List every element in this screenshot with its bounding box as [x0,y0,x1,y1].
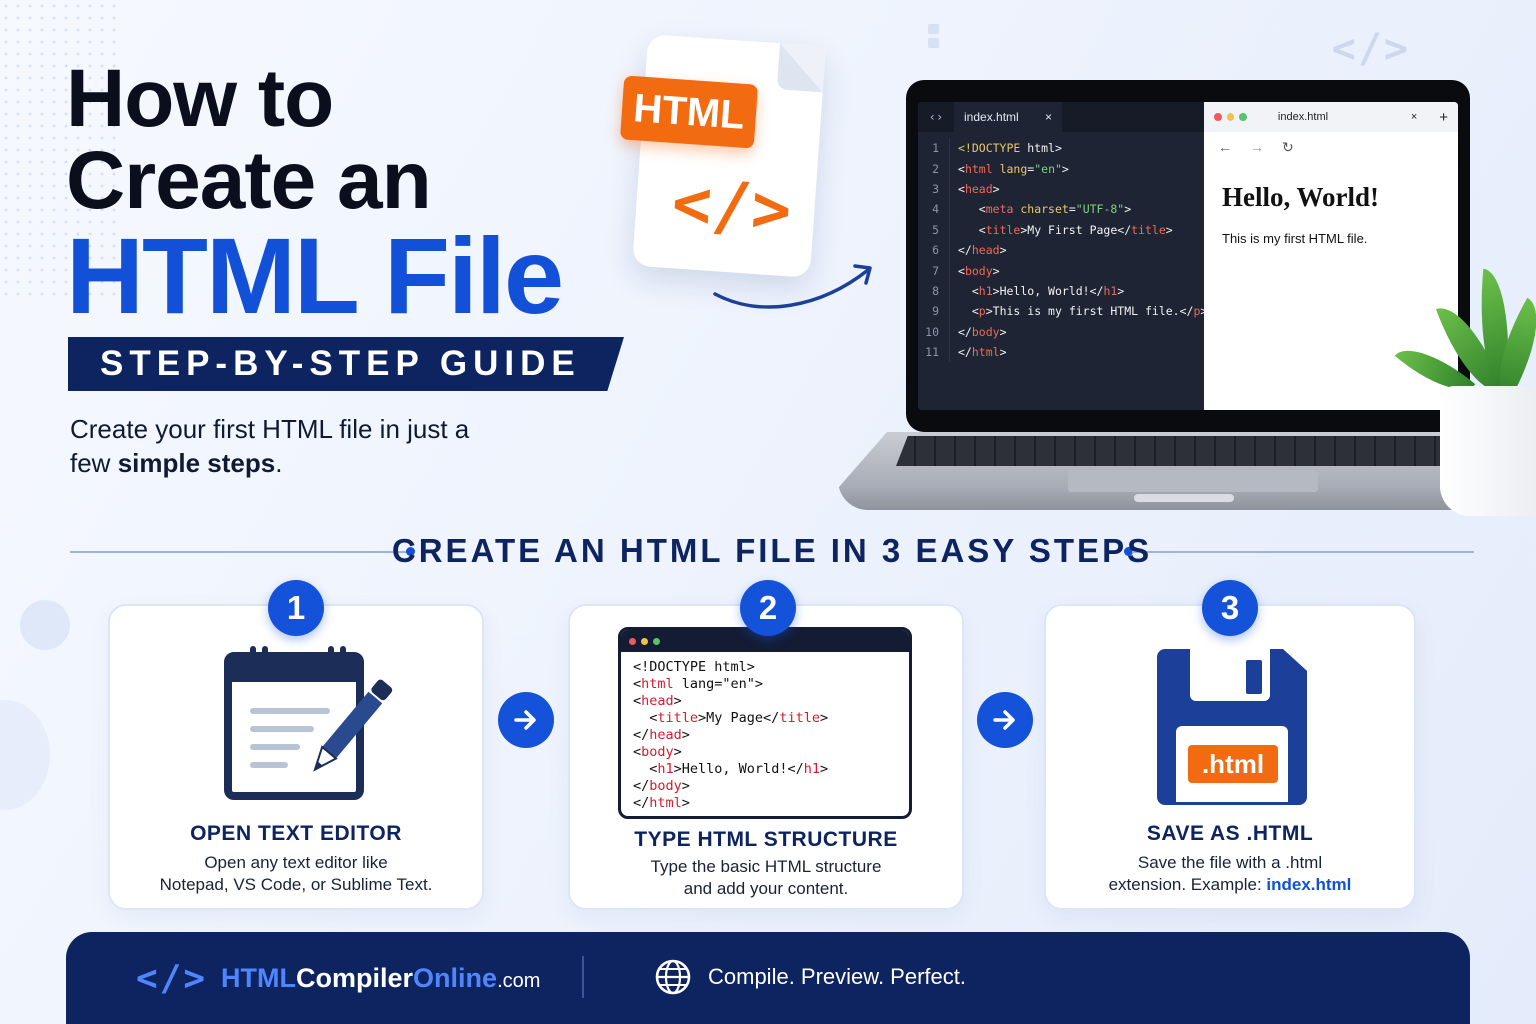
step-desc-line: and add your content. [683,879,849,898]
code-line: </head> [958,243,1007,258]
line-number: 5 [918,219,950,240]
editor-tab-label: index.html [964,110,1019,124]
code-line: <html lang="en"> [958,161,1069,176]
step-number-badge: 2 [740,580,796,636]
code-line: <title>My First Page</title> [978,222,1173,237]
hero-subtitle-bold: simple steps [117,448,276,478]
bubble-decoration [0,700,50,810]
brand-part: HTML [221,963,297,993]
step-desc-line: Notepad, VS Code, or Sublime Text. [159,875,433,894]
line-number: 1 [918,138,950,159]
tagline-text: Compile. Preview. Perfect. [708,964,966,989]
close-icon[interactable]: × [1045,110,1052,124]
line-number: 6 [918,239,950,261]
code-line: <head> [958,181,1000,196]
step-number-badge: 3 [1202,580,1258,636]
code-line: <meta charset="UTF-8"> [978,202,1132,217]
window-maximize-dot[interactable] [1239,113,1247,121]
code-line: </html> [958,345,1007,360]
laptop-notch [1134,494,1234,502]
reload-icon[interactable]: ↻ [1282,139,1294,156]
editor-tab[interactable]: index.html × [954,102,1062,132]
footer-bar: </> HTMLCompilerOnline.com Compile. Prev… [66,932,1470,1024]
footer-divider [582,956,584,998]
file-code-glyph: </> [669,163,794,250]
steps-heading: CREATE AN HTML FILE IN 3 EASY STEPS [391,532,1153,569]
hero-subtitle: Create your first HTML file in just a fe… [70,412,490,480]
code-area[interactable]: 1 <!DOCTYPE html> 2 <html lang="en"> 3 <hea… [918,138,1208,363]
step-description: Save the file with a .html extension. Ex… [1046,852,1414,896]
line-number: 2 [918,158,950,179]
step-desc-line: Type the basic HTML structure [650,857,882,876]
step-desc-line: Open any text editor like [204,853,388,872]
brand-logo[interactable]: </> HTMLCompilerOnline.com [136,958,540,999]
mini-code: <!DOCTYPE html> <html lang="en"> <head> … [633,659,829,811]
brand-part: Compiler [296,963,414,993]
line-number: 11 [918,341,950,363]
step-description: Type the basic HTML structure and add yo… [570,856,962,900]
guide-banner: STEP-BY-STEP GUIDE [68,337,624,391]
preview-heading: Hello, World! [1222,182,1380,212]
code-line: <h1>Hello, World!</h1> [971,283,1125,298]
square-decoration [928,24,940,50]
floppy-slot [1246,660,1262,694]
code-line: <!DOCTYPE html> [958,141,1062,156]
forward-icon[interactable]: → [1250,139,1264,155]
code-line: <p>This is my first HTML file.</p> [971,304,1207,319]
steps-heading-row: CREATE AN HTML FILE IN 3 EASY STEPS [70,530,1474,574]
title-line-3: HTML File [66,215,564,336]
footer-tagline: Compile. Preview. Perfect. [654,958,966,996]
brand-name: HTMLCompilerOnline.com [221,963,540,994]
arrow-right-icon [498,692,554,748]
code-editor: ‹› index.html × 1 <!DOCTYPE html> 2 <html … [918,102,1208,410]
preview-paragraph: This is my first HTML file. [1222,231,1368,246]
step-desc-line: extension. Example: index.html [1046,874,1414,896]
step-title: OPEN TEXT EDITOR [190,822,402,845]
window-close-dot[interactable] [1214,113,1222,121]
brand-part: Online [413,963,498,993]
step-desc-text: extension. Example: [1108,875,1267,894]
code-brackets-icon: </> [136,958,208,999]
line-number: 3 [918,178,950,200]
step-number-badge: 1 [268,580,324,636]
step-description: Open any text editor like Notepad, VS Co… [110,852,482,896]
laptop-keyboard [896,436,1482,466]
line-number: 7 [918,260,950,281]
close-icon[interactable]: × [1411,111,1417,123]
code-brackets-icon: ‹› [928,110,944,124]
new-tab-icon[interactable]: + [1439,109,1448,126]
globe-icon [655,959,691,995]
title-line-2: Create an [66,135,432,226]
code-line: </body> [958,324,1007,339]
back-icon[interactable]: ← [1218,139,1232,155]
step-title: TYPE HTML STRUCTURE [634,828,898,851]
example-filename: index.html [1266,875,1352,894]
title-line-1: How to [66,53,334,144]
mini-code-editor-icon: <!DOCTYPE html> <html lang="en"> <head> … [618,627,912,819]
code-line: <body> [958,263,1000,278]
html-extension-badge: .html [1188,745,1278,783]
step-title: SAVE AS .HTML [1146,822,1314,845]
line-number: 10 [918,321,950,342]
hero-subtitle-end: . [275,448,283,478]
file-fold [776,43,826,93]
bubble-decoration [20,600,70,650]
laptop-screen: ‹› index.html × 1 <!DOCTYPE html> 2 <html … [906,80,1470,432]
line-number: 4 [918,199,950,220]
code-brackets-decoration: </> [1331,26,1410,72]
arrow-right-icon [977,692,1033,748]
file-html-badge: HTML [619,75,759,149]
line-number: 9 [918,301,950,322]
window-minimize-dot[interactable] [1226,113,1235,121]
browser-tab-label: index.html [1277,111,1329,123]
browser-tab[interactable]: index.html × [1278,111,1417,123]
line-number: 8 [918,280,950,302]
laptop-trackpad [1068,470,1318,492]
brand-part: .com [497,970,541,992]
curved-arrow-icon [713,264,872,309]
step-desc-line: Save the file with a .html [1137,853,1323,872]
